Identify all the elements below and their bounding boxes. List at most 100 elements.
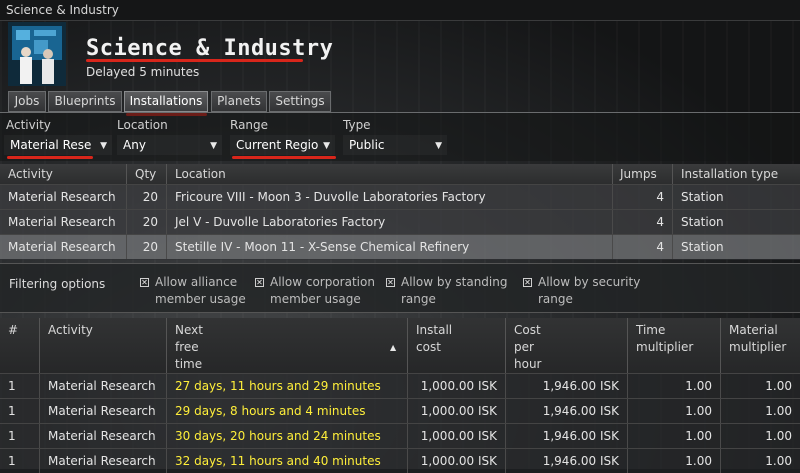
range-highlight bbox=[232, 156, 336, 159]
cell-jumps: 4 bbox=[613, 210, 673, 234]
cell-location: Jel V - Duvolle Laboratories Factory bbox=[167, 210, 613, 234]
cell-location: Fricoure VIII - Moon 3 - Duvolle Laborat… bbox=[167, 185, 613, 209]
tab-installations[interactable]: Installations bbox=[124, 91, 208, 112]
cell-activity: Material Research bbox=[0, 210, 127, 234]
cell-installation-type: Station bbox=[681, 215, 724, 229]
window-title: Science & Industry bbox=[6, 3, 119, 17]
table-row[interactable]: 1 Material Research 30 days, 20 hours an… bbox=[0, 423, 800, 448]
allow-alliance-checkbox[interactable]: ✕ bbox=[140, 278, 149, 287]
col-header-next-free-time[interactable]: Next free time ▲ bbox=[167, 318, 408, 373]
cell-installation-type: Station bbox=[681, 190, 724, 204]
col-header-cost-per-hour-line3: hour bbox=[514, 357, 542, 371]
cell-install-cost: 1,000.00 ISK bbox=[408, 399, 506, 423]
cell-number: 1 bbox=[0, 374, 40, 398]
cell-qty: 20 bbox=[127, 235, 167, 259]
cell-time-multiplier: 1.00 bbox=[628, 449, 721, 473]
cell-number: 1 bbox=[0, 449, 40, 473]
col-header-location[interactable]: Location bbox=[167, 164, 613, 184]
col-header-cost-per-hour-line2: per bbox=[514, 340, 534, 354]
chevron-down-icon: ▼ bbox=[435, 141, 442, 151]
cell-activity: Material Research bbox=[40, 424, 167, 448]
allow-security-label-2: range bbox=[538, 292, 573, 306]
col-header-number-text: # bbox=[8, 323, 19, 337]
cell-time-multiplier: 1.00 bbox=[628, 374, 721, 398]
table-row[interactable]: 1 Material Research 29 days, 8 hours and… bbox=[0, 398, 800, 423]
col-header-number[interactable]: # bbox=[0, 318, 40, 373]
cell-next-free-time: 27 days, 11 hours and 29 minutes bbox=[167, 374, 408, 398]
col-header-time-multiplier-line2: multiplier bbox=[636, 340, 694, 354]
col-header-cost-per-hour[interactable]: Cost per hour bbox=[506, 318, 628, 373]
allow-standing-checkbox[interactable]: ✕ bbox=[386, 278, 395, 287]
col-header-install-cost-line2: cost bbox=[416, 340, 441, 354]
range-dropdown-value: Current Regio bbox=[236, 138, 319, 152]
scientists-icon bbox=[8, 22, 66, 86]
allow-alliance-label-2: member usage bbox=[155, 292, 246, 306]
table-row[interactable]: 1 Material Research 32 days, 11 hours an… bbox=[0, 448, 800, 473]
activity-dropdown[interactable]: Material Rese ▼ bbox=[4, 135, 112, 155]
cell-location: Stetille IV - Moon 11 - X-Sense Chemical… bbox=[167, 235, 613, 259]
activity-dropdown-value: Material Rese bbox=[10, 138, 92, 152]
location-dropdown[interactable]: Any ▼ bbox=[117, 135, 222, 155]
col-header-qty[interactable]: Qty bbox=[127, 164, 167, 184]
col-header-install-cost[interactable]: Install cost bbox=[408, 318, 506, 373]
window-titlebar[interactable]: Science & Industry bbox=[0, 0, 800, 21]
col-header-material-multiplier[interactable]: Material multiplier bbox=[721, 318, 800, 373]
cell-material-multiplier: 1.00 bbox=[765, 404, 792, 418]
cell-next-free-time: 32 days, 11 hours and 40 minutes bbox=[167, 449, 408, 473]
cell-number: 1 bbox=[0, 424, 40, 448]
table-row-selected[interactable]: Material Research 20 Stetille IV - Moon … bbox=[0, 234, 800, 259]
col-header-time-multiplier[interactable]: Time multiplier bbox=[628, 318, 721, 373]
col-header-installation-type[interactable]: Installation type bbox=[673, 164, 800, 184]
allow-corporation-label-2: member usage bbox=[270, 292, 361, 306]
cell-cost-per-hour: 1,946.00 ISK bbox=[506, 374, 628, 398]
col-header-jumps[interactable]: Jumps bbox=[613, 164, 673, 184]
table-row[interactable]: 1 Material Research 27 days, 11 hours an… bbox=[0, 373, 800, 398]
col-header-slot-activity-text: Activity bbox=[48, 323, 93, 337]
location-dropdown-value: Any bbox=[123, 138, 146, 152]
chevron-down-icon: ▼ bbox=[323, 141, 330, 151]
col-header-activity[interactable]: Activity bbox=[0, 164, 127, 184]
range-label: Range bbox=[230, 118, 269, 132]
col-header-material-multiplier-line2: multiplier bbox=[729, 340, 787, 354]
type-dropdown-value: Public bbox=[349, 138, 385, 152]
cell-next-free-time: 30 days, 20 hours and 24 minutes bbox=[167, 424, 408, 448]
cell-next-free-time: 29 days, 8 hours and 4 minutes bbox=[167, 399, 408, 423]
cell-material-multiplier: 1.00 bbox=[765, 429, 792, 443]
table-row[interactable]: Material Research 20 Jel V - Duvolle Lab… bbox=[0, 209, 800, 234]
col-header-next-free-time-line3: time bbox=[175, 357, 203, 371]
activity-highlight bbox=[7, 156, 93, 159]
cell-number: 1 bbox=[0, 399, 40, 423]
table-row[interactable]: Material Research 20 Fricoure VIII - Moo… bbox=[0, 184, 800, 209]
col-header-next-free-time-line2: free bbox=[175, 340, 199, 354]
col-header-material-multiplier-line1: Material bbox=[729, 323, 778, 337]
allow-security-checkbox[interactable]: ✕ bbox=[523, 278, 532, 287]
cell-activity: Material Research bbox=[0, 235, 127, 259]
cell-cost-per-hour: 1,946.00 ISK bbox=[506, 449, 628, 473]
allow-standing-label-2: range bbox=[401, 292, 436, 306]
range-dropdown[interactable]: Current Regio ▼ bbox=[230, 135, 335, 155]
cell-time-multiplier: 1.00 bbox=[628, 424, 721, 448]
tab-jobs[interactable]: Jobs bbox=[8, 91, 46, 112]
col-header-slot-activity[interactable]: Activity bbox=[40, 318, 167, 373]
allow-corporation-label: Allow corporation bbox=[270, 275, 375, 289]
cell-cost-per-hour: 1,946.00 ISK bbox=[506, 399, 628, 423]
chevron-down-icon: ▼ bbox=[210, 141, 217, 151]
chevron-down-icon: ▼ bbox=[100, 141, 107, 151]
page-subtitle: Delayed 5 minutes bbox=[86, 65, 200, 79]
cell-activity: Material Research bbox=[40, 399, 167, 423]
cell-activity: Material Research bbox=[0, 185, 127, 209]
cell-jumps: 4 bbox=[613, 235, 673, 259]
type-dropdown[interactable]: Public ▼ bbox=[343, 135, 447, 155]
allow-alliance-label: Allow alliance bbox=[155, 275, 238, 289]
title-highlight bbox=[86, 59, 303, 62]
tab-blueprints[interactable]: Blueprints bbox=[48, 91, 122, 112]
allow-corporation-checkbox[interactable]: ✕ bbox=[255, 278, 264, 287]
cell-cost-per-hour: 1,946.00 ISK bbox=[506, 424, 628, 448]
type-label: Type bbox=[343, 118, 371, 132]
cell-time-multiplier: 1.00 bbox=[628, 399, 721, 423]
cell-activity: Material Research bbox=[40, 449, 167, 473]
cell-jumps: 4 bbox=[613, 185, 673, 209]
tab-settings[interactable]: Settings bbox=[269, 91, 331, 112]
tab-planets[interactable]: Planets bbox=[211, 91, 267, 112]
filtering-options-panel: Filtering options ✕ Allow alliance membe… bbox=[0, 263, 800, 313]
